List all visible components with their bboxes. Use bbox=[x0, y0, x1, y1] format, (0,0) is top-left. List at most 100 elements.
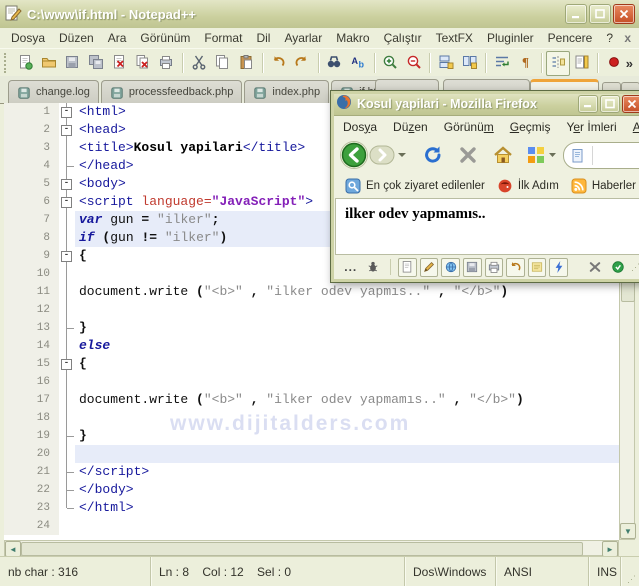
bookmark-rss[interactable]: Haberler bbox=[565, 176, 639, 196]
fold-margin[interactable]: - bbox=[59, 103, 75, 121]
tab-index.php[interactable]: index.php bbox=[244, 80, 330, 103]
fold-collapse-icon[interactable]: - bbox=[61, 179, 72, 190]
horizontal-scrollbar[interactable]: ◄ ► bbox=[4, 540, 619, 557]
sync-vertical-button[interactable] bbox=[434, 51, 458, 76]
reload-button[interactable] bbox=[423, 145, 443, 165]
fold-margin[interactable]: - bbox=[59, 247, 75, 265]
redo-button[interactable] bbox=[290, 51, 314, 76]
firefox-menu-item[interactable]: Düzen bbox=[385, 118, 436, 136]
copy-button[interactable] bbox=[211, 51, 235, 76]
fold-margin[interactable] bbox=[59, 445, 75, 463]
info-button[interactable] bbox=[608, 259, 628, 276]
npp-menu-item[interactable]: Görünüm bbox=[133, 29, 197, 47]
fold-margin[interactable]: - bbox=[59, 355, 75, 373]
ellipsis-button[interactable]: ... bbox=[341, 259, 361, 276]
open-folder-button[interactable] bbox=[37, 51, 61, 76]
firefox-menu-item[interactable]: Yer İmleri bbox=[558, 118, 624, 136]
word-wrap-button[interactable] bbox=[490, 51, 514, 76]
fold-margin[interactable] bbox=[59, 463, 75, 481]
fold-margin[interactable] bbox=[59, 391, 75, 409]
fold-margin[interactable]: - bbox=[59, 175, 75, 193]
npp-menu-item[interactable]: Çalıştır bbox=[377, 29, 429, 47]
zoom-in-button[interactable] bbox=[378, 51, 402, 76]
globe-button[interactable] bbox=[441, 257, 460, 277]
npp-menu-item[interactable]: Ayarlar bbox=[277, 29, 329, 47]
status-eol-format[interactable]: Dos\Windows bbox=[405, 557, 496, 586]
quick-launch-grid-button[interactable] bbox=[527, 146, 545, 164]
firefox-menu-item[interactable]: Görünüm bbox=[436, 118, 502, 136]
npp-minimize-button[interactable] bbox=[565, 4, 587, 24]
firefox-maximize-button[interactable] bbox=[600, 94, 620, 113]
close-all-button[interactable] bbox=[131, 51, 155, 76]
find-button[interactable] bbox=[323, 51, 347, 76]
fold-margin[interactable] bbox=[59, 319, 75, 337]
status-insert-mode[interactable]: INS bbox=[589, 557, 621, 586]
scroll-left-arrow-icon[interactable]: ◄ bbox=[5, 541, 21, 557]
fold-margin[interactable] bbox=[59, 409, 75, 427]
firebug-button[interactable] bbox=[364, 259, 384, 276]
bookmark-getting-started[interactable]: İlk Adım bbox=[491, 176, 565, 196]
firefox-resize-grip[interactable]: ⋰ bbox=[631, 262, 639, 273]
scroll-right-arrow-icon[interactable]: ► bbox=[602, 541, 618, 557]
npp-menu-item[interactable]: Dosya bbox=[4, 29, 52, 47]
fold-margin[interactable]: - bbox=[59, 121, 75, 139]
scroll-down-arrow-icon[interactable]: ▼ bbox=[620, 523, 636, 539]
firefox-menu-item[interactable]: Geçmiş bbox=[502, 118, 559, 136]
menubar-close-icon[interactable]: x bbox=[624, 31, 631, 45]
firefox-close-button[interactable] bbox=[622, 94, 639, 113]
home-button[interactable] bbox=[493, 146, 513, 164]
fold-margin[interactable] bbox=[59, 481, 75, 499]
npp-menu-item[interactable]: Düzen bbox=[52, 29, 101, 47]
fold-margin[interactable] bbox=[59, 265, 75, 283]
firefox-menu-item[interactable]: Dosya bbox=[335, 118, 385, 136]
print-button[interactable] bbox=[155, 51, 179, 76]
undo-button[interactable] bbox=[267, 51, 291, 76]
npp-menu-item[interactable]: Dil bbox=[249, 29, 277, 47]
fold-margin[interactable]: - bbox=[59, 193, 75, 211]
replace-button[interactable]: Ab bbox=[346, 51, 370, 76]
back-forward-dropdown[interactable] bbox=[397, 151, 407, 159]
save-button[interactable] bbox=[61, 51, 85, 76]
forward-button[interactable] bbox=[369, 144, 397, 166]
npp-close-button[interactable] bbox=[613, 4, 635, 24]
fold-margin[interactable] bbox=[59, 139, 75, 157]
fold-margin[interactable] bbox=[59, 229, 75, 247]
edit-button[interactable] bbox=[419, 257, 439, 277]
lightning-button[interactable] bbox=[549, 257, 568, 277]
doc-map-button[interactable] bbox=[570, 51, 594, 76]
grid-dropdown[interactable] bbox=[548, 151, 557, 159]
fold-collapse-icon[interactable]: - bbox=[61, 107, 72, 118]
npp-menu-item[interactable]: Pluginler bbox=[480, 29, 541, 47]
firefox-minimize-button[interactable] bbox=[578, 94, 598, 113]
fold-margin[interactable] bbox=[59, 517, 75, 535]
undo-button[interactable] bbox=[506, 257, 525, 277]
npp-menu-item[interactable]: TextFX bbox=[429, 29, 480, 47]
fold-collapse-icon[interactable]: - bbox=[61, 251, 72, 262]
fold-margin[interactable] bbox=[59, 373, 75, 391]
npp-menu-item[interactable]: ? bbox=[599, 29, 620, 47]
npp-maximize-button[interactable] bbox=[589, 4, 611, 24]
fold-margin[interactable] bbox=[59, 283, 75, 301]
tab-processfeedback.php[interactable]: processfeedback.php bbox=[100, 80, 243, 103]
new-doc-button[interactable] bbox=[398, 257, 417, 277]
close-button[interactable] bbox=[108, 51, 132, 76]
save-all-button[interactable] bbox=[84, 51, 108, 76]
cut-button[interactable] bbox=[187, 51, 211, 76]
bookmark-most-visited[interactable]: En çok ziyaret edilenler bbox=[339, 176, 491, 196]
paste-button[interactable] bbox=[234, 51, 258, 76]
fold-margin[interactable] bbox=[59, 427, 75, 445]
horizontal-scroll-thumb[interactable] bbox=[21, 542, 583, 556]
print-button[interactable] bbox=[484, 257, 504, 277]
zoom-out-button[interactable] bbox=[402, 51, 426, 76]
fold-margin[interactable] bbox=[59, 301, 75, 319]
npp-menu-item[interactable]: Pencere bbox=[541, 29, 600, 47]
new-file-button[interactable] bbox=[14, 51, 38, 76]
fold-collapse-icon[interactable]: - bbox=[61, 197, 72, 208]
fold-collapse-icon[interactable]: - bbox=[61, 359, 72, 370]
firefox-menu-item[interactable]: Araçlar bbox=[625, 118, 639, 136]
fold-margin[interactable] bbox=[59, 157, 75, 175]
note-button[interactable] bbox=[527, 257, 547, 277]
show-all-chars-button[interactable]: ¶ bbox=[514, 51, 538, 76]
tools-button[interactable] bbox=[585, 259, 605, 276]
npp-resize-grip[interactable]: ⋰ bbox=[621, 557, 639, 586]
